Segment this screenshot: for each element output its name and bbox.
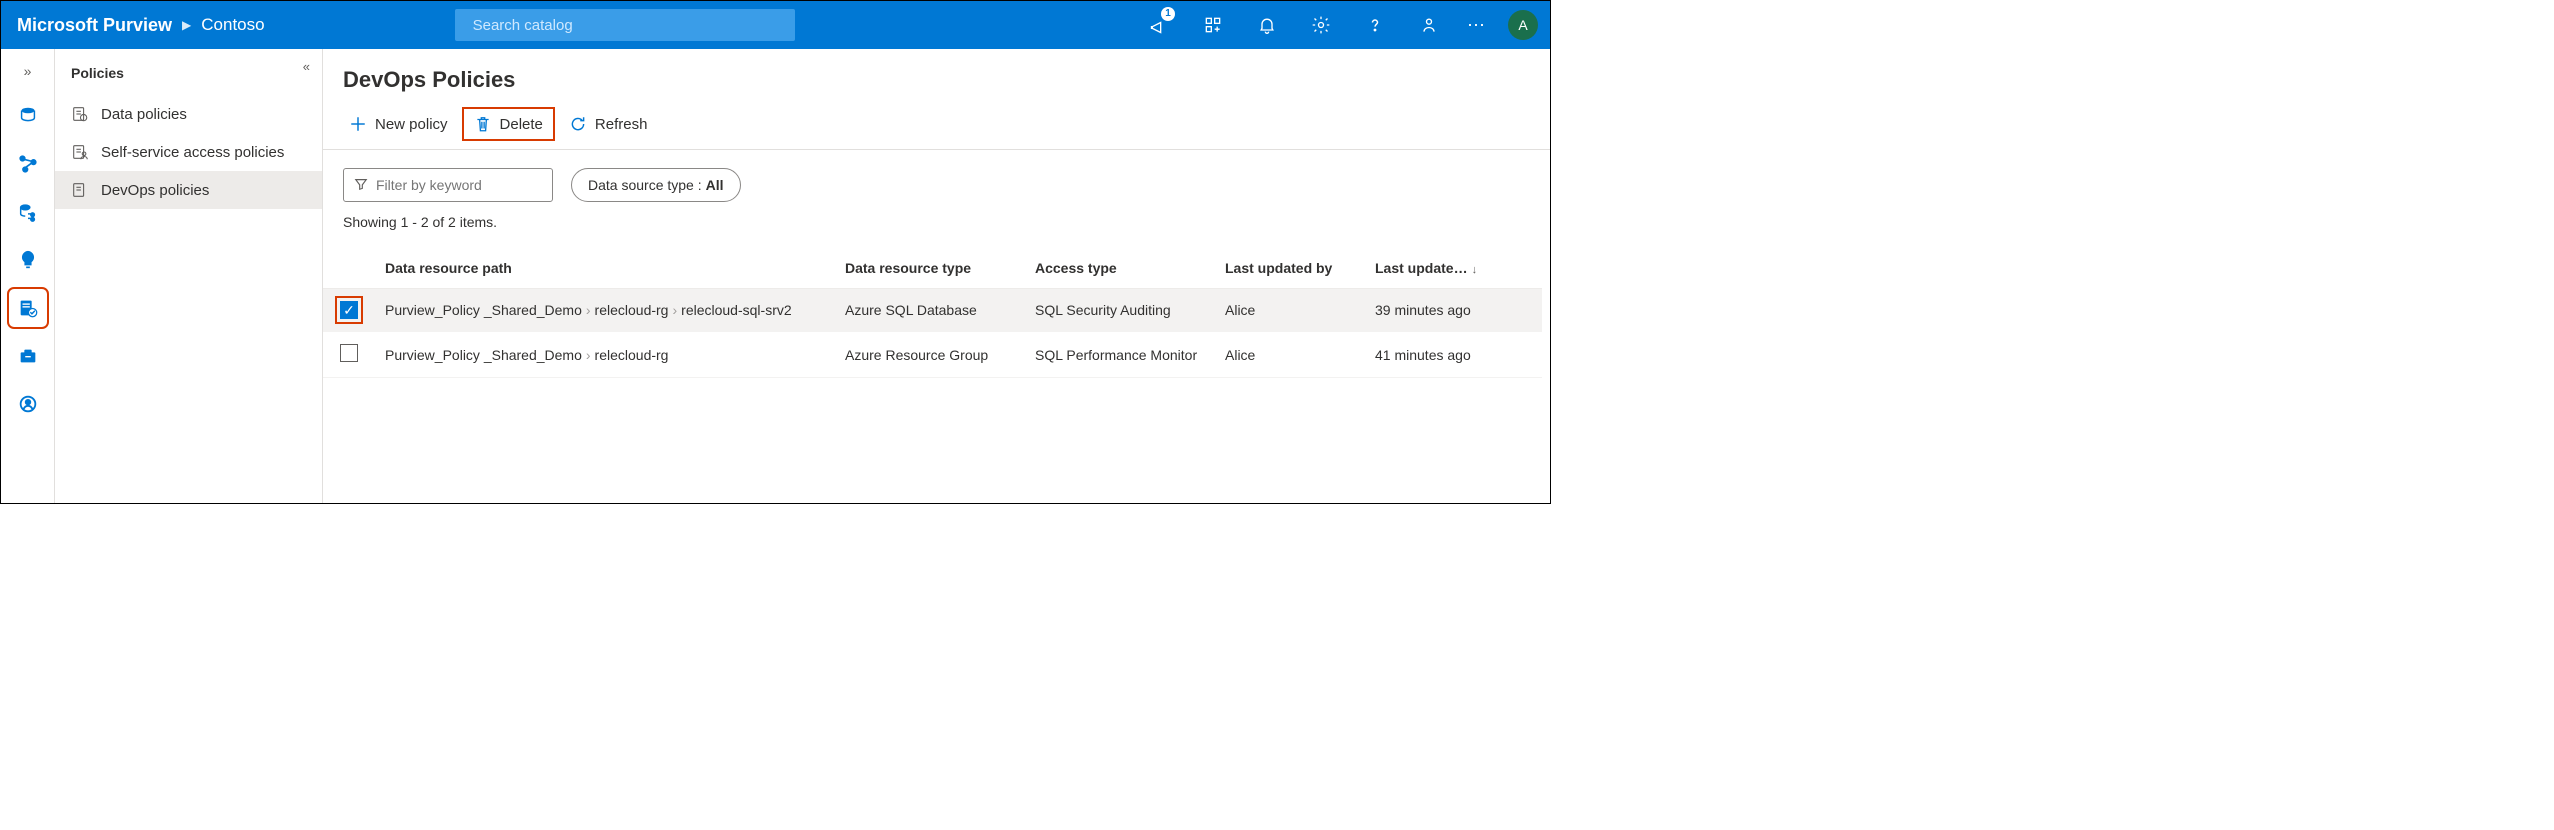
rail-insights[interactable] bbox=[11, 243, 45, 277]
cell-type: Azure Resource Group bbox=[835, 332, 1025, 378]
sidebar-item-devops-policies[interactable]: DevOps policies bbox=[55, 171, 322, 209]
cell-access: SQL Security Auditing bbox=[1025, 289, 1215, 332]
cell-type: Azure SQL Database bbox=[835, 289, 1025, 332]
rail-data-catalog[interactable] bbox=[11, 99, 45, 133]
collapse-panel-icon[interactable]: « bbox=[303, 59, 310, 74]
cell-access: SQL Performance Monitor bbox=[1025, 332, 1215, 378]
pill-label: Data source type : bbox=[588, 177, 702, 193]
cmd-label: New policy bbox=[375, 116, 448, 133]
search-input[interactable] bbox=[473, 17, 785, 34]
brand[interactable]: Microsoft Purview bbox=[13, 15, 172, 36]
pill-value: All bbox=[706, 177, 724, 193]
table-row[interactable]: ✓ Purview_Policy _Shared_Demo›relecloud-r… bbox=[323, 289, 1542, 332]
sidebar-item-label: Self-service access policies bbox=[101, 144, 284, 161]
cell-updated: 41 minutes ago bbox=[1365, 332, 1542, 378]
breadcrumb-caret-icon: ▶ bbox=[182, 18, 191, 32]
policies-table: Data resource path Data resource type Ac… bbox=[323, 248, 1542, 378]
breadcrumb-account[interactable]: Contoso bbox=[201, 15, 264, 35]
cmd-label: Delete bbox=[500, 116, 543, 133]
rail-expand-icon[interactable]: » bbox=[24, 57, 32, 85]
sort-desc-icon: ↓ bbox=[1468, 264, 1478, 276]
refresh-icon bbox=[569, 115, 587, 133]
cell-path: Purview_Policy _Shared_Demo›relecloud-rg… bbox=[375, 289, 835, 332]
col-updated[interactable]: Last update…↓ bbox=[1365, 248, 1542, 289]
filter-icon bbox=[354, 177, 368, 194]
chevron-right-icon: › bbox=[582, 302, 595, 318]
cell-updated: 39 minutes ago bbox=[1365, 289, 1542, 332]
rail-privacy[interactable] bbox=[11, 387, 45, 421]
sidebar-item-label: Data policies bbox=[101, 106, 187, 123]
cell-path: Purview_Policy _Shared_Demo›relecloud-rg bbox=[375, 332, 835, 378]
sidebar-item-label: DevOps policies bbox=[101, 182, 209, 199]
filters-row: Data source type : All bbox=[323, 150, 1550, 210]
collections-button[interactable] bbox=[1191, 1, 1235, 49]
data-source-type-filter[interactable]: Data source type : All bbox=[571, 168, 741, 202]
col-select[interactable] bbox=[323, 248, 375, 289]
row-checkbox[interactable]: ✓ bbox=[340, 301, 358, 319]
document-person-icon bbox=[71, 143, 89, 161]
side-panel: « Policies Data policies Self-service ac… bbox=[55, 49, 323, 503]
sidebar-item-data-policies[interactable]: Data policies bbox=[55, 95, 322, 133]
result-count: Showing 1 - 2 of 2 items. bbox=[323, 210, 1550, 248]
feedback-button[interactable] bbox=[1407, 1, 1451, 49]
cell-updated_by: Alice bbox=[1215, 332, 1365, 378]
plus-icon bbox=[349, 115, 367, 133]
document-icon bbox=[71, 105, 89, 123]
trash-icon bbox=[474, 115, 492, 133]
chevron-right-icon: › bbox=[668, 302, 681, 318]
filter-keyword[interactable] bbox=[343, 168, 553, 202]
more-button[interactable]: ⋯ bbox=[1461, 15, 1492, 36]
table-row[interactable]: Purview_Policy _Shared_Demo›relecloud-rg… bbox=[323, 332, 1542, 378]
command-bar: New policy Delete Refresh bbox=[323, 109, 1550, 150]
notifications-button[interactable] bbox=[1245, 1, 1289, 49]
announcements-badge: 1 bbox=[1161, 7, 1175, 21]
main-content: DevOps Policies New policy Delete Refres… bbox=[323, 49, 1550, 503]
sidebar-item-self-service[interactable]: Self-service access policies bbox=[55, 133, 322, 171]
nav-rail: » bbox=[1, 49, 55, 503]
chevron-right-icon: › bbox=[582, 347, 595, 363]
topbar: Microsoft Purview ▶ Contoso 1 bbox=[1, 1, 1550, 49]
row-checkbox[interactable] bbox=[340, 344, 358, 362]
search-box[interactable] bbox=[455, 9, 795, 41]
col-updated-by[interactable]: Last updated by bbox=[1215, 248, 1365, 289]
filter-input[interactable] bbox=[376, 177, 542, 193]
rail-data-map[interactable] bbox=[11, 147, 45, 181]
settings-button[interactable] bbox=[1299, 1, 1343, 49]
announcements-button[interactable]: 1 bbox=[1137, 1, 1181, 49]
help-button[interactable] bbox=[1353, 1, 1397, 49]
rail-management[interactable] bbox=[11, 339, 45, 373]
rail-data-share[interactable] bbox=[11, 195, 45, 229]
col-path[interactable]: Data resource path bbox=[375, 248, 835, 289]
side-panel-title: Policies bbox=[55, 55, 322, 95]
rail-data-policy[interactable] bbox=[11, 291, 45, 325]
avatar[interactable]: A bbox=[1508, 10, 1538, 40]
new-policy-button[interactable]: New policy bbox=[339, 109, 458, 139]
delete-button[interactable]: Delete bbox=[464, 109, 553, 139]
cell-updated_by: Alice bbox=[1215, 289, 1365, 332]
col-type[interactable]: Data resource type bbox=[835, 248, 1025, 289]
document-icon bbox=[71, 181, 89, 199]
page-title: DevOps Policies bbox=[323, 67, 1550, 109]
refresh-button[interactable]: Refresh bbox=[559, 109, 658, 139]
cmd-label: Refresh bbox=[595, 116, 648, 133]
col-access[interactable]: Access type bbox=[1025, 248, 1215, 289]
